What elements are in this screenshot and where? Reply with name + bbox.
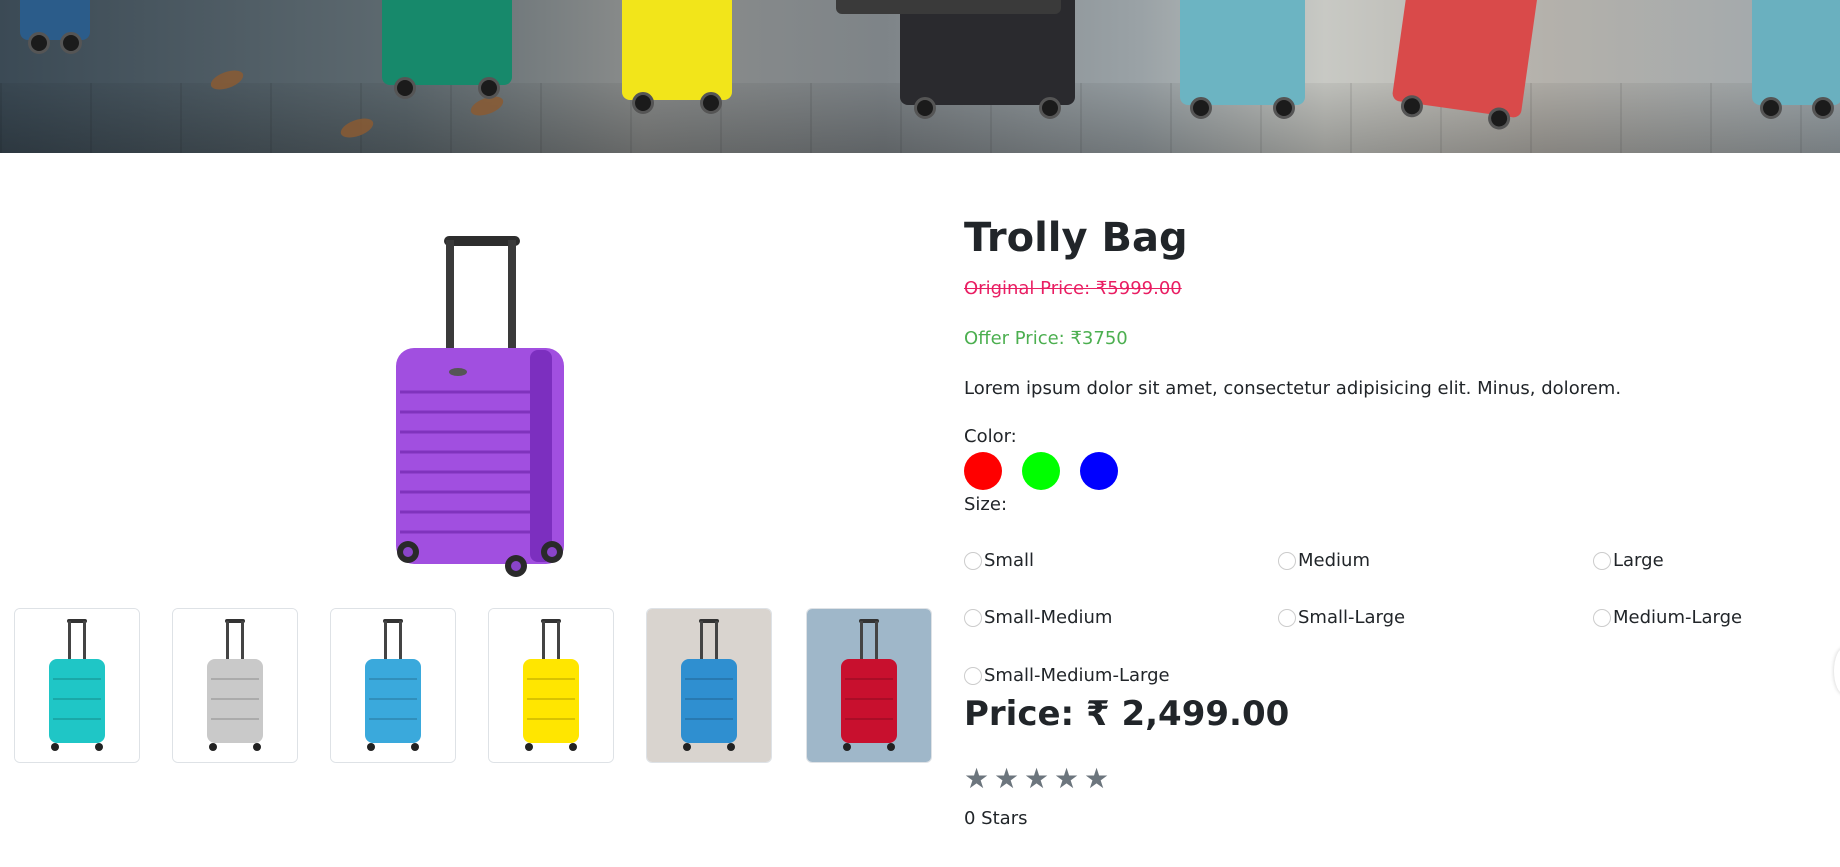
banner-black-suitcase bbox=[900, 0, 1075, 119]
color-label: Color: bbox=[964, 426, 1017, 447]
size-radio[interactable] bbox=[1593, 552, 1611, 570]
star-icon[interactable]: ★ bbox=[1024, 764, 1054, 794]
banner-blue-suitcase bbox=[20, 0, 90, 54]
size-option-large[interactable]: Large bbox=[1593, 548, 1664, 574]
size-radio[interactable] bbox=[1278, 609, 1296, 627]
star-icon[interactable]: ★ bbox=[994, 764, 1024, 794]
size-option-label: Small-Medium bbox=[984, 607, 1113, 628]
size-label: Size: bbox=[964, 494, 1008, 515]
size-option-small-large[interactable]: Small-Large bbox=[1278, 605, 1405, 631]
star-rating: ★ ★ ★ ★ ★ bbox=[964, 764, 1114, 794]
size-radio[interactable] bbox=[964, 667, 982, 685]
size-radio[interactable] bbox=[964, 552, 982, 570]
hero-banner bbox=[0, 0, 1840, 153]
size-option-medium-large[interactable]: Medium-Large bbox=[1593, 605, 1742, 631]
size-option-label: Small-Medium-Large bbox=[984, 665, 1170, 686]
size-option-label: Medium bbox=[1298, 550, 1370, 571]
size-option-label: Large bbox=[1613, 550, 1664, 571]
color-swatch-blue[interactable] bbox=[1080, 452, 1118, 490]
star-icon[interactable]: ★ bbox=[1084, 764, 1114, 794]
color-swatch-red[interactable] bbox=[964, 452, 1002, 490]
size-radio[interactable] bbox=[1593, 609, 1611, 627]
product-price: Price: ₹ 2,499.00 bbox=[964, 694, 1290, 734]
original-price: Original Price: ₹5999.00 bbox=[964, 278, 1182, 299]
banner-dark-bar bbox=[836, 0, 1061, 14]
thumbnail-red-suitcase[interactable] bbox=[806, 608, 932, 763]
size-option-medium[interactable]: Medium bbox=[1278, 548, 1370, 574]
size-option-small[interactable]: Small bbox=[964, 548, 1034, 574]
size-option-label: Small-Large bbox=[1298, 607, 1406, 628]
floating-edge-button[interactable] bbox=[1834, 648, 1840, 694]
stars-count: 0 Stars bbox=[964, 808, 1028, 829]
banner-teal-suitcase-right bbox=[1752, 0, 1840, 119]
size-radio[interactable] bbox=[1278, 552, 1296, 570]
size-option-label: Small bbox=[984, 550, 1034, 571]
banner-red-suitcase bbox=[1391, 0, 1539, 131]
color-swatch-green[interactable] bbox=[1022, 452, 1060, 490]
thumbnail-blue-suitcase-person[interactable] bbox=[646, 608, 772, 763]
size-radio[interactable] bbox=[964, 609, 982, 627]
size-option-small-medium[interactable]: Small-Medium bbox=[964, 605, 1112, 631]
offer-price: Offer Price: ₹3750 bbox=[964, 328, 1128, 349]
size-option-small-medium-large[interactable]: Small-Medium-Large bbox=[964, 663, 1170, 689]
banner-yellow-suitcase bbox=[622, 0, 732, 114]
banner-teal-suitcase bbox=[1180, 0, 1305, 119]
star-icon[interactable]: ★ bbox=[1054, 764, 1084, 794]
main-product-image bbox=[380, 232, 580, 582]
thumbnail-blue-suitcase[interactable] bbox=[330, 608, 456, 763]
thumbnail-teal-suitcase[interactable] bbox=[14, 608, 140, 763]
product-title: Trolly Bag bbox=[964, 215, 1188, 261]
star-icon[interactable]: ★ bbox=[964, 764, 994, 794]
thumbnail-silver-suitcase[interactable] bbox=[172, 608, 298, 763]
size-option-label: Medium-Large bbox=[1613, 607, 1743, 628]
banner-green-suitcase bbox=[382, 0, 512, 99]
product-description: Lorem ipsum dolor sit amet, consectetur … bbox=[964, 378, 1622, 399]
thumbnail-yellow-suitcase[interactable] bbox=[488, 608, 614, 763]
